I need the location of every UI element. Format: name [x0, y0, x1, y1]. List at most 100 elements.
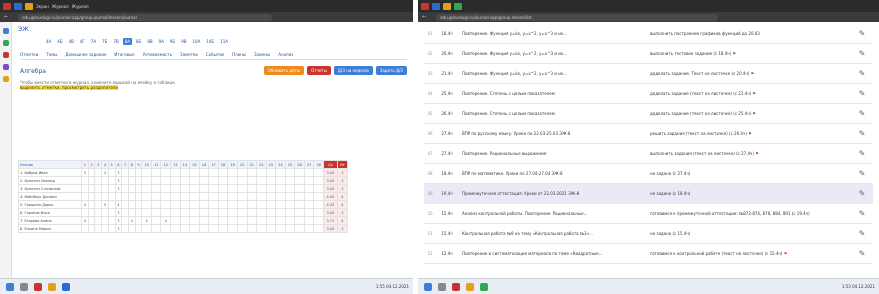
grade-cell[interactable]	[87, 176, 96, 185]
grade-cell[interactable]	[87, 192, 96, 201]
grade-cell[interactable]	[87, 224, 96, 233]
grade-cell[interactable]	[284, 176, 296, 185]
edit-homework-icon[interactable]: ✎	[851, 129, 873, 138]
grade-cell[interactable]	[208, 184, 219, 193]
journal-tab[interactable]: Планы	[232, 52, 246, 57]
grade-cell[interactable]	[313, 192, 324, 201]
grade-cell[interactable]	[313, 168, 324, 177]
grade-cell[interactable]	[101, 192, 109, 201]
grade-cell[interactable]	[179, 176, 191, 185]
edit-homework-icon[interactable]: ✎	[851, 189, 873, 198]
grade-cell[interactable]	[141, 208, 152, 217]
grade-cell[interactable]	[170, 216, 181, 225]
grade-cell[interactable]	[160, 168, 171, 177]
grade-cell[interactable]	[94, 216, 103, 225]
grade-cell[interactable]	[134, 224, 143, 233]
grade-cell[interactable]	[208, 216, 219, 225]
url-field[interactable]: edu.gosuslugi.ru/journal-app/group.lesso…	[436, 13, 719, 21]
grade-cell[interactable]	[101, 208, 109, 217]
grade-cell[interactable]	[303, 184, 315, 193]
grade-cell[interactable]	[236, 168, 248, 177]
student-name[interactable]: 6. Горянов Илья	[18, 208, 82, 217]
grade-cell[interactable]	[303, 192, 315, 201]
tab-icon[interactable]	[25, 2, 33, 10]
schedule-icon[interactable]	[2, 52, 9, 58]
grade-cell[interactable]	[189, 216, 200, 225]
lesson-row[interactable]: 45 26.4ч Повторение. Степень с целым показ…	[424, 104, 873, 124]
grade-cell[interactable]	[107, 184, 116, 193]
student-name[interactable]: 1. Бобров Иван	[18, 168, 82, 177]
grade-cell[interactable]	[313, 224, 324, 233]
grade-cell[interactable]	[101, 224, 109, 233]
grade-cell[interactable]	[227, 168, 238, 177]
highlight-link[interactable]: выделить отметки, просмотреть разделител…	[20, 85, 119, 90]
attachment-icon[interactable]: ⚑	[749, 71, 755, 76]
grade-tab[interactable]: 10А	[190, 38, 202, 45]
grade-cell[interactable]	[150, 200, 162, 209]
tab-icon[interactable]	[454, 2, 462, 10]
grade-cell[interactable]	[94, 184, 103, 193]
grade-cell[interactable]: 3.00	[323, 224, 338, 233]
grade-cell[interactable]	[179, 224, 191, 233]
grade-cell[interactable]	[170, 184, 181, 193]
grade-cell[interactable]	[275, 176, 286, 185]
grade-cell[interactable]	[217, 184, 229, 193]
grade-cell[interactable]	[121, 216, 129, 225]
grade-cell[interactable]	[121, 168, 129, 177]
grade-cell[interactable]	[179, 168, 191, 177]
grade-tab[interactable]: 11А	[218, 38, 230, 45]
grade-cell[interactable]	[170, 208, 181, 217]
grade-cell[interactable]: 3	[114, 216, 123, 225]
grade-cell[interactable]	[107, 200, 116, 209]
grade-cell[interactable]	[294, 200, 305, 209]
grade-cell[interactable]	[284, 168, 296, 177]
grade-cell[interactable]	[275, 168, 286, 177]
grade-cell[interactable]	[275, 184, 286, 193]
grade-cell[interactable]	[265, 168, 277, 177]
grade-cell[interactable]	[198, 216, 210, 225]
grade-cell[interactable]: 3.00	[323, 208, 338, 217]
student-name[interactable]: 5. Гришина Дарья	[18, 200, 82, 209]
grade-cell[interactable]	[189, 168, 200, 177]
lesson-row[interactable]: 44 25.4ч Повторение. Степень с целым показ…	[424, 84, 873, 104]
grade-tab[interactable]: 4Б	[55, 38, 64, 45]
grade-cell[interactable]: 4	[114, 200, 123, 209]
tab-icon[interactable]	[432, 2, 440, 10]
grade-cell[interactable]	[170, 224, 181, 233]
grade-cell[interactable]	[189, 200, 200, 209]
grade-cell[interactable]	[246, 216, 258, 225]
grade-cell[interactable]	[94, 176, 103, 185]
grade-tab[interactable]: 7А	[89, 38, 98, 45]
grade-cell[interactable]: 5	[101, 200, 109, 209]
grade-cell[interactable]	[256, 208, 267, 217]
grade-cell[interactable]	[170, 176, 181, 185]
edit-homework-icon[interactable]: ✎	[851, 69, 873, 78]
lesson-row[interactable]: 42 20.4ч Повторение. Функция y=kx, y=x^2, …	[424, 44, 873, 64]
grade-cell[interactable]	[170, 192, 181, 201]
grade-tab[interactable]: 8Б	[134, 38, 143, 45]
grade-cell[interactable]	[150, 176, 162, 185]
grade-cell[interactable]	[313, 200, 324, 209]
grade-cell[interactable]	[134, 200, 143, 209]
grade-cell[interactable]	[217, 176, 229, 185]
grade-cell[interactable]	[107, 208, 116, 217]
grade-cell[interactable]	[294, 224, 305, 233]
journal-tab[interactable]: Успеваемость	[143, 52, 172, 57]
grade-cell[interactable]	[121, 208, 129, 217]
grade-cell[interactable]	[101, 184, 109, 193]
grade-cell[interactable]	[134, 192, 143, 201]
grade-cell[interactable]	[189, 224, 200, 233]
grade-cell[interactable]: 3.00	[323, 168, 338, 177]
grade-cell[interactable]	[236, 224, 248, 233]
grade-cell[interactable]	[275, 216, 286, 225]
grade-cell[interactable]	[189, 184, 200, 193]
journal-icon[interactable]	[2, 40, 9, 46]
grade-cell[interactable]	[284, 224, 296, 233]
grade-cell[interactable]: 3	[114, 168, 123, 177]
grade-cell[interactable]	[127, 168, 136, 177]
grade-cell[interactable]	[107, 192, 116, 201]
grade-cell[interactable]	[94, 208, 103, 217]
edge-icon[interactable]	[62, 282, 70, 291]
grade-cell[interactable]	[150, 208, 162, 217]
grade-tab[interactable]: 10Б	[204, 38, 216, 45]
